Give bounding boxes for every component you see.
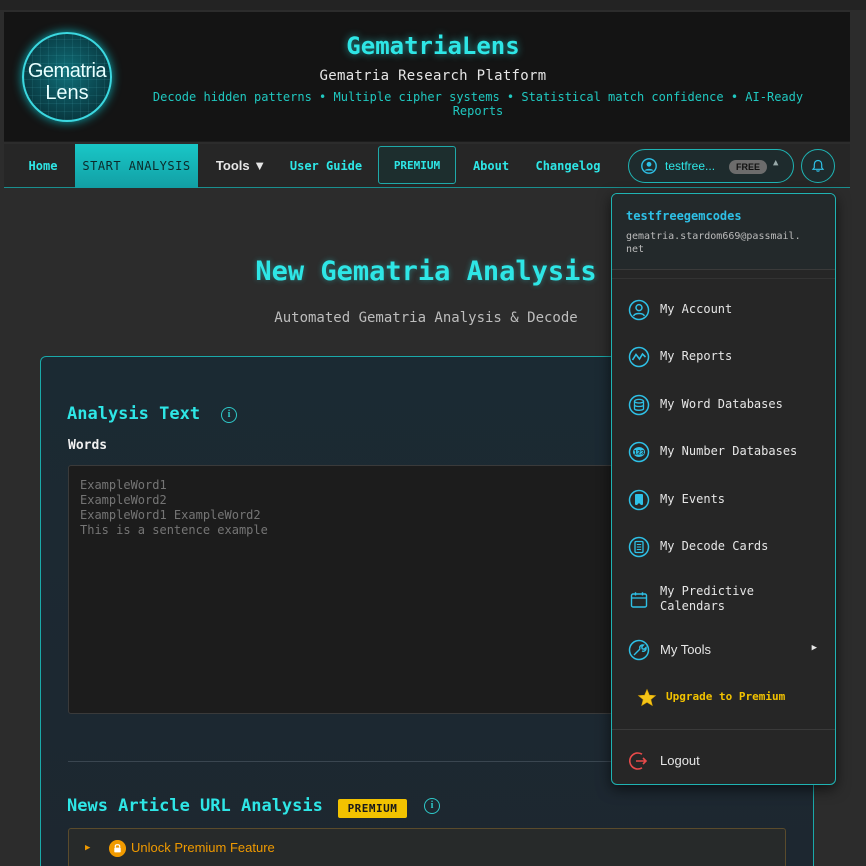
lock-icon xyxy=(109,840,126,857)
menu-item-my-account[interactable]: My Account xyxy=(612,290,835,330)
menu-item-label: My Decode Cards xyxy=(660,539,769,553)
logout-icon xyxy=(629,752,648,770)
menu-item-label: My Number Databases xyxy=(660,444,798,458)
menu-item-label: My Tools xyxy=(660,642,712,657)
unlock-premium-label: Unlock Premium Feature xyxy=(131,840,275,855)
main-nav: Home START ANALYSIS Tools ▼ User Guide P… xyxy=(4,144,850,188)
unlock-premium-toggle[interactable]: ▶ Unlock Premium Feature xyxy=(68,828,786,866)
dropdown-divider xyxy=(612,729,835,730)
caret-up-icon: ▲ xyxy=(773,158,779,168)
database-icon xyxy=(628,394,650,416)
site-title: GematriaLens xyxy=(346,32,520,60)
plan-badge: FREE xyxy=(729,160,767,174)
nav-start-analysis[interactable]: START ANALYSIS xyxy=(75,144,198,188)
menu-item-label: My Events xyxy=(660,492,726,506)
star-icon xyxy=(637,688,657,707)
account-icon xyxy=(628,299,650,321)
site-tagline: Decode hidden patterns • Multiple cipher… xyxy=(152,90,804,118)
bell-icon xyxy=(811,159,825,172)
notifications-button[interactable] xyxy=(801,149,835,183)
menu-item-label: My Account xyxy=(660,302,733,316)
logo-text-line2: Lens xyxy=(45,82,89,104)
nav-about[interactable]: About xyxy=(466,144,516,188)
nav-premium[interactable]: PREMIUM xyxy=(378,146,456,184)
menu-item-my-predictive-calendars[interactable]: My Predictive Calendars xyxy=(612,580,835,620)
dropdown-user-header: testfreegemcodes gematria.stardom669@pas… xyxy=(612,194,835,270)
menu-item-my-events[interactable]: My Events xyxy=(612,480,835,520)
menu-item-my-number-databases[interactable]: 123 My Number Databases xyxy=(612,432,835,472)
news-url-heading: News Article URL Analysis xyxy=(67,796,323,816)
menu-item-label: My Word Databases xyxy=(660,397,783,411)
menu-item-my-word-databases[interactable]: My Word Databases xyxy=(612,385,835,425)
nav-user-guide[interactable]: User Guide xyxy=(286,144,366,188)
user-icon xyxy=(641,158,657,174)
menu-item-my-tools[interactable]: My Tools ▶ xyxy=(612,630,835,670)
info-icon[interactable]: i xyxy=(221,407,237,423)
svg-text:123: 123 xyxy=(634,450,645,457)
dropdown-email: gematria.stardom669@passmail.net xyxy=(626,231,801,255)
calendar-icon xyxy=(630,592,648,608)
menu-item-upgrade-premium[interactable]: Upgrade to Premium xyxy=(612,678,835,718)
menu-item-label: Logout xyxy=(660,753,700,768)
number-database-icon: 123 xyxy=(628,441,650,463)
top-strip xyxy=(0,0,866,10)
user-menu-name: testfree... xyxy=(665,159,716,173)
words-label: Words xyxy=(68,438,108,453)
user-dropdown-menu: testfreegemcodes gematria.stardom669@pas… xyxy=(611,193,836,785)
menu-item-label: My Reports xyxy=(660,349,733,363)
menu-item-label: My Predictive Calendars xyxy=(660,584,754,613)
info-icon-news[interactable]: i xyxy=(424,798,440,814)
words-textarea[interactable] xyxy=(68,465,628,714)
user-menu-button[interactable]: testfree... FREE ▲ xyxy=(628,149,794,183)
submenu-arrow-icon: ▶ xyxy=(811,643,817,653)
expand-triangle-icon: ▶ xyxy=(85,843,91,853)
nav-tools-menu[interactable]: Tools ▼ xyxy=(208,144,274,188)
site-subtitle: Gematria Research Platform xyxy=(319,68,547,84)
section-divider xyxy=(68,761,628,762)
menu-item-my-decode-cards[interactable]: My Decode Cards xyxy=(612,527,835,567)
premium-badge: PREMIUM xyxy=(338,799,407,818)
nav-home[interactable]: Home xyxy=(18,144,68,188)
tools-icon xyxy=(628,639,650,661)
menu-item-logout[interactable]: Logout xyxy=(612,741,835,781)
analysis-text-heading: Analysis Text xyxy=(67,404,201,424)
reports-icon xyxy=(628,346,650,368)
nav-changelog[interactable]: Changelog xyxy=(530,144,606,188)
dropdown-divider xyxy=(612,278,835,279)
decode-cards-icon xyxy=(628,536,650,558)
dropdown-username: testfreegemcodes xyxy=(626,209,742,223)
events-icon xyxy=(628,489,650,511)
menu-item-my-reports[interactable]: My Reports xyxy=(612,337,835,377)
menu-item-label: Upgrade to Premium xyxy=(666,690,786,703)
